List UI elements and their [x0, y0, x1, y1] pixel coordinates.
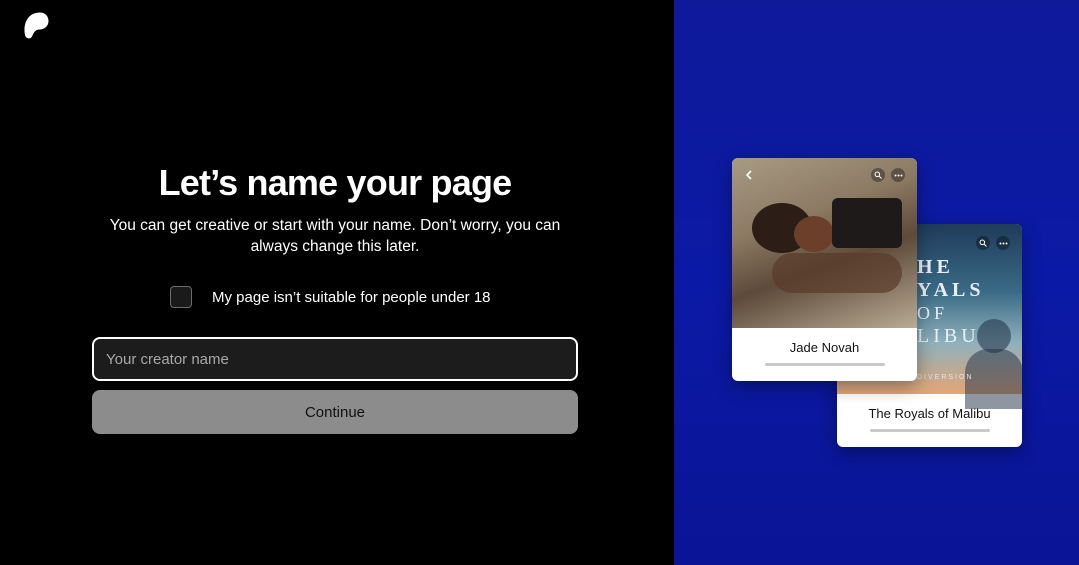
photo-face-shape — [794, 216, 834, 252]
page-title: Let’s name your page — [158, 162, 513, 203]
card-progress-bar — [765, 363, 885, 366]
creator-name-input[interactable] — [92, 337, 578, 381]
search-icon[interactable] — [871, 168, 885, 182]
poster-title-line: OF — [917, 303, 949, 323]
preview-panel: HE YALS OF LIBU DIVERSION The Royals of … — [674, 0, 1079, 565]
poster-brand: DIVERSION — [917, 374, 974, 381]
photo-arm-shape — [772, 253, 902, 293]
card-progress-bar — [870, 429, 990, 432]
poster-title-line: YALS — [917, 279, 985, 301]
back-arrow-icon[interactable] — [742, 168, 756, 182]
poster-title-line: HE — [917, 256, 954, 278]
patreon-logo-icon[interactable] — [24, 12, 49, 39]
creator-card-jade: Jade Novah — [732, 158, 917, 381]
poster-silhouette-body — [965, 349, 1022, 409]
search-icon[interactable] — [976, 236, 990, 250]
more-icon[interactable] — [996, 236, 1010, 250]
jade-photo-image — [732, 158, 917, 328]
adult-content-row: My page isn’t suitable for people under … — [170, 285, 491, 309]
card-creator-name: Jade Novah — [789, 340, 860, 355]
poster-title-line: LIBU — [917, 325, 980, 347]
page-subtitle: You can get creative or start with your … — [109, 217, 561, 255]
photo-shirt-shape — [832, 198, 902, 248]
continue-button[interactable]: Continue — [92, 390, 578, 434]
poster-silhouette — [977, 319, 1011, 353]
adult-content-label[interactable]: My page isn’t suitable for people under … — [212, 289, 491, 306]
signup-panel: Let’s name your page You can get creativ… — [0, 0, 674, 565]
more-icon[interactable] — [891, 168, 905, 182]
card-creator-name: The Royals of Malibu — [868, 406, 991, 421]
adult-content-checkbox[interactable] — [170, 286, 192, 308]
